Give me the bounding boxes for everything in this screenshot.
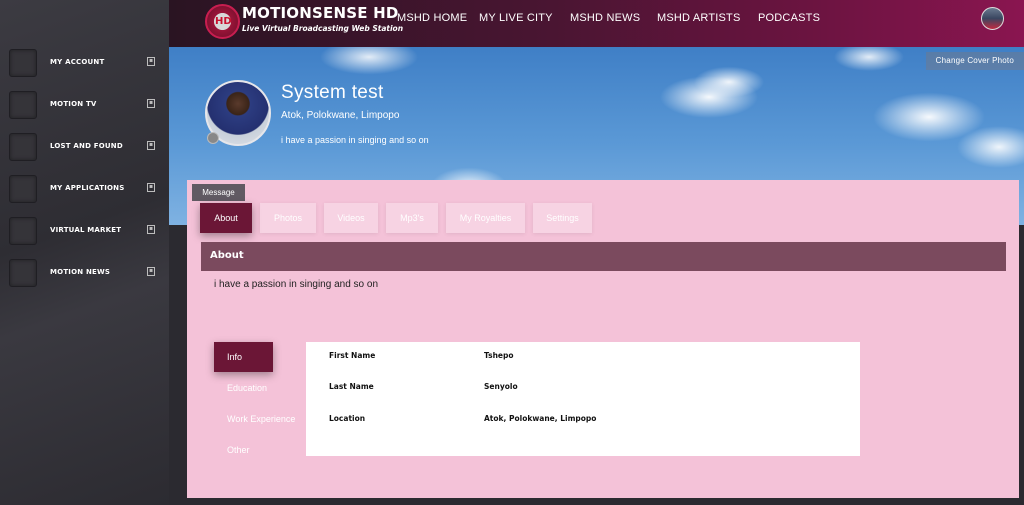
sidebar-item-motion-tv[interactable]: MOTION TV ▪ (0, 91, 169, 133)
sidebar-item-label: MOTION NEWS (50, 268, 111, 276)
sidebar-item-label: MOTION TV (50, 100, 97, 108)
sidebar-item-lost-and-found[interactable]: LOST AND FOUND ▪ (0, 133, 169, 175)
sidebar-item-label: MY APPLICATIONS (50, 184, 125, 192)
profile-name: System test (281, 82, 384, 103)
info-label-first-name: First Name (329, 351, 376, 360)
sidebar-item-thumbnail (9, 133, 37, 161)
tab-videos[interactable]: Videos (324, 203, 378, 233)
nav-link-live-city[interactable]: MY LIVE CITY (479, 12, 553, 24)
camera-icon[interactable] (207, 132, 219, 144)
info-value-first-name: Tshepo (484, 351, 514, 360)
tab-about[interactable]: About (200, 203, 252, 233)
about-text: i have a passion in singing and so on (214, 279, 379, 290)
sidebar-item-my-applications[interactable]: MY APPLICATIONS ▪ (0, 175, 169, 217)
sidebar-item-my-account[interactable]: MY ACCOUNT ▪ (0, 49, 169, 91)
side-tab-education[interactable]: Education (214, 373, 306, 403)
window-icon: ▪ (147, 99, 155, 108)
window-icon: ▪ (147, 57, 155, 66)
tab-mp3s[interactable]: Mp3's (386, 203, 438, 233)
window-icon: ▪ (147, 225, 155, 234)
tab-photos[interactable]: Photos (260, 203, 316, 233)
sidebar-item-label: LOST AND FOUND (50, 142, 123, 150)
side-tab-info[interactable]: Info (214, 342, 273, 372)
logo-icon[interactable]: HD (205, 4, 240, 39)
about-section-header: About (201, 242, 1006, 271)
sidebar-item-thumbnail (9, 91, 37, 119)
window-icon: ▪ (147, 267, 155, 276)
tab-settings[interactable]: Settings (533, 203, 592, 233)
info-label-last-name: Last Name (329, 382, 374, 391)
sidebar: MY ACCOUNT ▪ MOTION TV ▪ LOST AND FOUND … (0, 0, 169, 505)
logo-title[interactable]: MOTIONSENSE HD (242, 4, 398, 22)
change-cover-button[interactable]: Change Cover Photo (925, 52, 1024, 70)
nav-link-podcasts[interactable]: PODCASTS (758, 12, 820, 24)
nav-link-home[interactable]: MSHD HOME (397, 12, 467, 24)
sidebar-item-virtual-market[interactable]: VIRTUAL MARKET ▪ (0, 217, 169, 259)
logo-subtitle: Live Virtual Broadcasting Web Station (242, 24, 404, 33)
logo-badge: HD (215, 16, 232, 27)
sidebar-item-label: MY ACCOUNT (50, 58, 105, 66)
window-icon: ▪ (147, 141, 155, 150)
sidebar-item-motion-news[interactable]: MOTION NEWS ▪ (0, 259, 169, 301)
sidebar-item-label: VIRTUAL MARKET (50, 226, 122, 234)
profile-location: Atok, Polokwane, Limpopo (281, 110, 400, 121)
sidebar-item-thumbnail (9, 175, 37, 203)
side-tab-other[interactable]: Other (214, 435, 306, 465)
sidebar-item-thumbnail (9, 217, 37, 245)
sidebar-item-thumbnail (9, 259, 37, 287)
side-tab-work-experience[interactable]: Work Experience (214, 404, 306, 434)
nav-link-news[interactable]: MSHD NEWS (570, 12, 640, 24)
profile-bio: i have a passion in singing and so on (281, 135, 429, 145)
about-heading: About (210, 250, 244, 261)
tab-my-royalties[interactable]: My Royalties (446, 203, 525, 233)
user-avatar[interactable] (981, 7, 1004, 30)
nav-link-artists[interactable]: MSHD ARTISTS (657, 12, 741, 24)
info-value-location: Atok, Polokwane, Limpopo (484, 414, 597, 423)
info-label-location: Location (329, 414, 366, 423)
window-icon: ▪ (147, 183, 155, 192)
sidebar-item-thumbnail (9, 49, 37, 77)
top-nav: HD MOTIONSENSE HD Live Virtual Broadcast… (169, 0, 1024, 47)
info-card: First Name Tshepo Last Name Senyolo Loca… (306, 342, 860, 456)
info-value-last-name: Senyolo (484, 382, 518, 391)
message-button[interactable]: Message (192, 184, 245, 201)
